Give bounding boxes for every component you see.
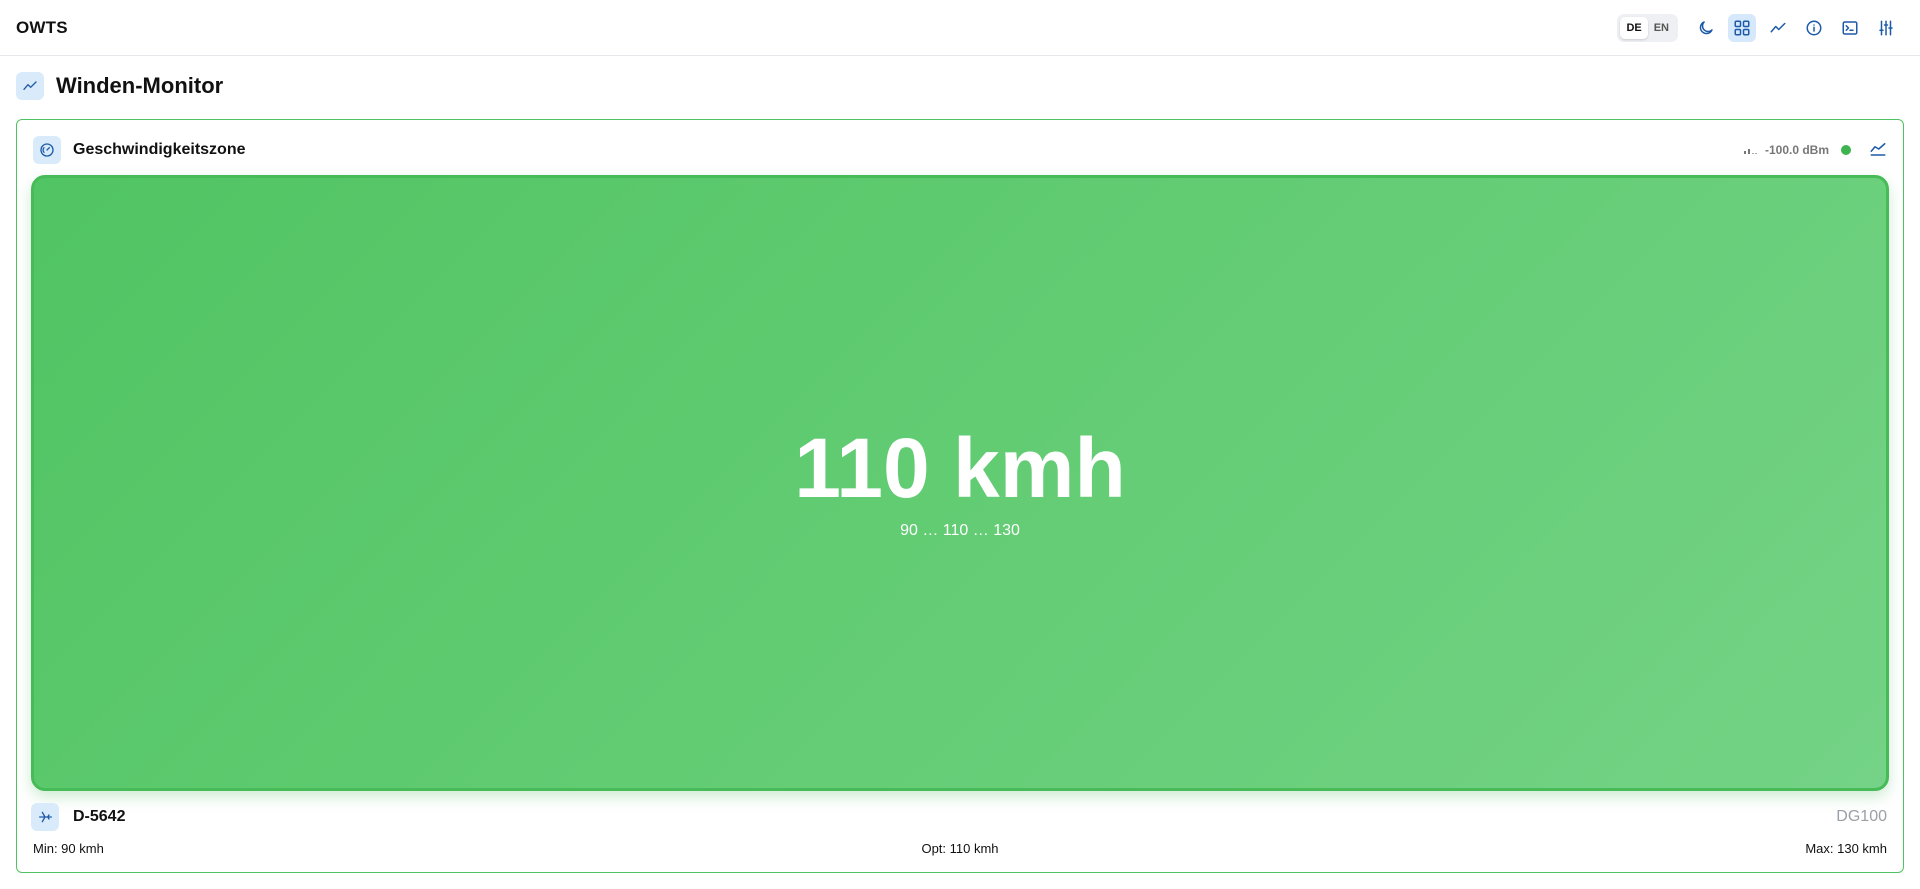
chart-button[interactable]	[1869, 140, 1887, 161]
settings-button[interactable]	[1872, 14, 1900, 42]
max-speed: Max: 130 kmh	[1805, 840, 1887, 856]
language-toggle: DE EN	[1617, 13, 1678, 42]
glider-registration: D-5642	[73, 808, 126, 825]
glider-icon-chip	[31, 803, 59, 831]
connection-status-dot	[1841, 145, 1851, 155]
sliders-icon	[1879, 20, 1893, 35]
optimal-speed: Opt: 110 kmh	[921, 840, 999, 856]
dashboard-icon	[1734, 20, 1750, 35]
card-title: Geschwindigkeitszone	[73, 141, 246, 158]
terminal-button[interactable]	[1836, 14, 1864, 42]
signal-strength-icon	[1743, 143, 1757, 158]
page-icon-chip	[16, 72, 44, 100]
app-title: OWTS	[16, 17, 68, 37]
trend-icon	[1770, 22, 1786, 32]
gauge-icon	[40, 143, 54, 157]
glider-icon	[39, 811, 52, 823]
trend-icon	[23, 81, 37, 90]
language-de-button[interactable]: DE	[1620, 16, 1648, 39]
glider-row: D-5642 DG100	[31, 803, 1887, 831]
glider-type: DG100	[1836, 808, 1887, 825]
dark-mode-button[interactable]	[1692, 14, 1720, 42]
speed-value: 110 kmh	[794, 421, 1126, 515]
card-icon-chip	[33, 136, 61, 164]
speed-zone-card: Geschwindigkeitszone -100.0 dBm 110 kmh …	[16, 119, 1904, 873]
speed-zone-display: 110 kmh 90 … 110 … 130	[31, 175, 1889, 791]
page-title: Winden-Monitor	[56, 73, 224, 98]
card-header: Geschwindigkeitszone -100.0 dBm	[33, 136, 1887, 164]
toolbar: DE EN	[1617, 13, 1902, 42]
info-icon	[1806, 20, 1822, 35]
min-speed: Min: 90 kmh	[33, 840, 104, 856]
speed-range: 90 … 110 … 130	[900, 522, 1020, 539]
terminal-icon	[1842, 20, 1858, 35]
dashboard-button[interactable]	[1728, 13, 1756, 42]
signal-value: -100.0 dBm	[1764, 143, 1829, 157]
page-header: Winden-Monitor	[16, 72, 223, 100]
speed-limits-row: Min: 90 kmh Opt: 110 kmh Max: 130 kmh	[33, 838, 1887, 858]
trend-button[interactable]	[1764, 14, 1792, 42]
language-en-button[interactable]: EN	[1648, 17, 1675, 39]
moon-icon	[1699, 20, 1713, 34]
top-bar: OWTS DE EN	[0, 0, 1920, 56]
chart-icon	[1870, 142, 1886, 156]
info-button[interactable]	[1800, 14, 1828, 42]
